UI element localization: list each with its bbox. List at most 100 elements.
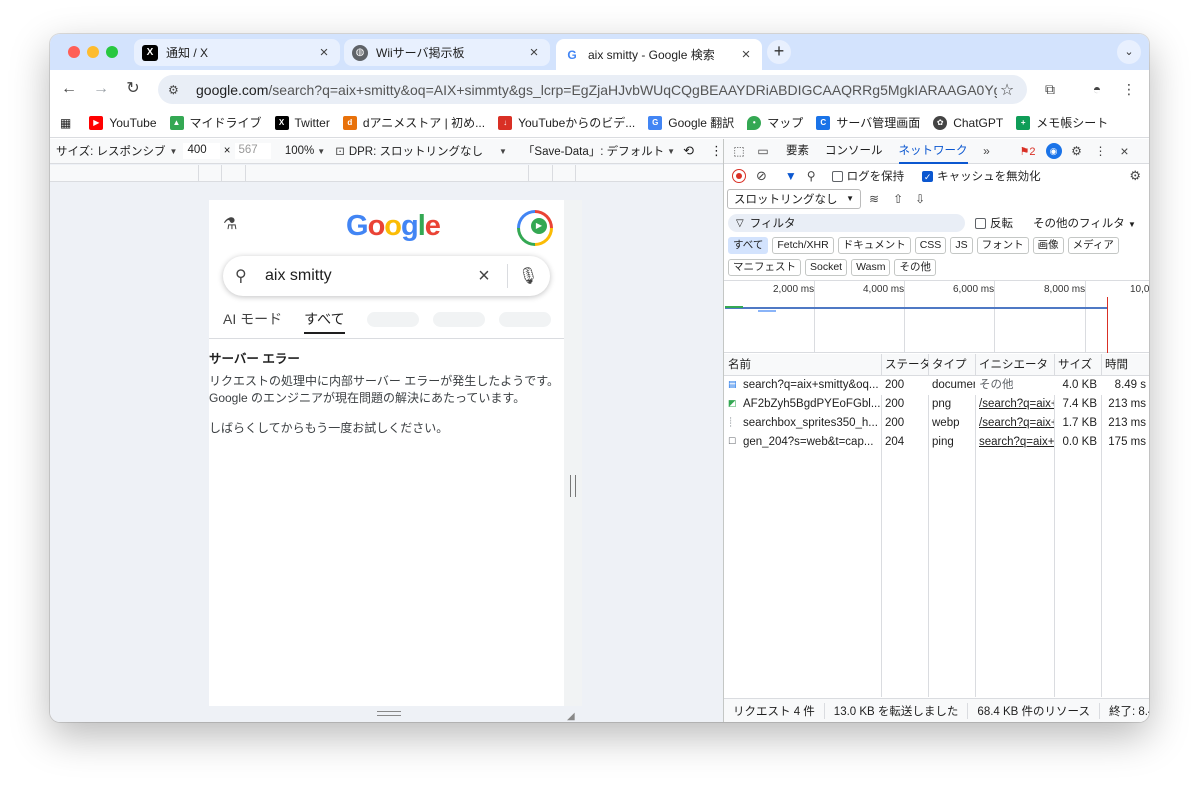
viewport-resize-handle-right[interactable]: [570, 475, 576, 497]
ai-assistance-icon[interactable]: ◉: [1045, 143, 1062, 159]
close-icon[interactable]: ×: [316, 44, 332, 61]
table-row[interactable]: ▤search?q=aix+smitty&oq... 200 document …: [724, 376, 1149, 395]
bookmark-twitter[interactable]: X Twitter: [274, 115, 330, 130]
bookmark-memo-sheet[interactable]: + メモ帳シート: [1016, 114, 1108, 131]
clear-icon[interactable]: ⊘: [756, 168, 767, 184]
rotate-icon[interactable]: ⟲: [683, 143, 694, 159]
chip-other[interactable]: その他: [894, 258, 936, 276]
cell-initiator-link[interactable]: /search?q=aix+: [975, 414, 1054, 433]
chip-media[interactable]: メディア: [1067, 236, 1119, 254]
more-filters-dropdown[interactable]: その他のフィルタ ▼: [1033, 215, 1136, 231]
close-devtools-icon[interactable]: ×: [1116, 143, 1134, 159]
close-icon[interactable]: ×: [738, 46, 754, 63]
cell-initiator-link[interactable]: /search?q=aix+: [975, 395, 1054, 414]
clear-search-icon[interactable]: ×: [471, 265, 497, 288]
chip-image[interactable]: 画像: [1032, 236, 1064, 254]
google-logo[interactable]: Google: [346, 210, 441, 243]
filter-input[interactable]: ▽ フィルタ: [728, 214, 965, 232]
bookmark-youtube-download[interactable]: ↓ YouTubeからのビデ...: [498, 114, 635, 131]
export-har-icon[interactable]: ⇩: [915, 192, 925, 206]
tab-network[interactable]: ネットワーク: [898, 139, 968, 164]
chip-document[interactable]: ドキュメント: [837, 236, 911, 254]
network-overview-timeline[interactable]: 2,000 ms 4,000 ms 6,000 ms 8,000 ms 10,0: [724, 280, 1149, 353]
search-input[interactable]: aix smitty: [255, 267, 471, 285]
filter-funnel-icon[interactable]: ▼: [785, 169, 797, 183]
tab-wii-server-board[interactable]: ◍ Wiiサーバ掲示板 ×: [344, 39, 550, 66]
viewport-resize-handle-bottom[interactable]: [209, 706, 582, 722]
extensions-icon[interactable]: ⧉: [1039, 78, 1061, 100]
column-header-initiator[interactable]: イニシエータ: [975, 354, 1054, 376]
device-size-select[interactable]: サイズ: レスポンシブ: [56, 143, 166, 159]
throttling-select[interactable]: スロットリングなし ▼: [727, 188, 861, 209]
column-header-name[interactable]: 名前: [724, 354, 881, 376]
column-header-time[interactable]: 時間: [1101, 354, 1149, 376]
close-window-button[interactable]: [68, 46, 80, 58]
apps-grid-icon[interactable]: ▦: [60, 116, 71, 130]
microphone-icon[interactable]: 🎙: [518, 266, 538, 286]
save-data-select[interactable]: 「Save-Data」: デフォルト: [523, 143, 664, 159]
record-icon[interactable]: [732, 168, 746, 183]
bookmark-my-drive[interactable]: ▲ マイドライブ: [169, 114, 262, 131]
url-text[interactable]: google.com/search?q=aix+smitty&oq=AIX+si…: [196, 82, 997, 98]
tab-all[interactable]: すべて: [304, 309, 345, 334]
issues-badge[interactable]: ⚑2: [1020, 145, 1036, 158]
chip-wasm[interactable]: Wasm: [851, 258, 891, 276]
chip-js[interactable]: JS: [950, 236, 973, 254]
table-row[interactable]: ┊ searchbox_sprites350_h... 200 webp /sea…: [724, 414, 1149, 433]
viewport-height-input[interactable]: 567: [234, 143, 271, 159]
chip-socket[interactable]: Socket: [805, 258, 848, 276]
invert-checkbox[interactable]: 反転: [975, 215, 1013, 231]
chip-font[interactable]: フォント: [976, 236, 1029, 254]
settings-gear-icon[interactable]: ⚙: [1068, 144, 1086, 158]
device-toolbar-icon[interactable]: ▭: [754, 144, 772, 158]
chip-all[interactable]: すべて: [728, 236, 769, 254]
tab-google-search[interactable]: G aix smitty - Google 検索 ×: [556, 39, 762, 70]
zoom-select[interactable]: 100%: [285, 145, 314, 157]
tab-console[interactable]: コンソール: [825, 139, 883, 164]
tab-search-button[interactable]: ⌄: [1117, 40, 1141, 64]
disable-cache-checkbox[interactable]: ✓ キャッシュを無効化: [922, 168, 1041, 184]
more-options-icon[interactable]: ⋮: [710, 143, 723, 159]
table-row[interactable]: ◩ AF2bZyh5BgdPYEoFGbl... 200 png /search?…: [724, 395, 1149, 414]
more-tabs-icon[interactable]: »: [978, 144, 996, 158]
chip-css[interactable]: CSS: [914, 236, 947, 254]
new-tab-button[interactable]: +: [767, 40, 791, 64]
viewport-width-input[interactable]: 400: [183, 143, 220, 159]
network-settings-gear-icon[interactable]: ⚙: [1129, 168, 1141, 184]
tab-elements[interactable]: 要素: [786, 139, 809, 164]
search-icon[interactable]: ⚲: [807, 169, 816, 183]
minimize-window-button[interactable]: [87, 46, 99, 58]
labs-flask-icon[interactable]: ⚗: [223, 214, 245, 236]
tab-ai-mode[interactable]: AI モード: [223, 309, 282, 329]
tab-x-notifications[interactable]: X 通知 / X ×: [134, 39, 340, 66]
browser-menu-icon[interactable]: ⋮: [1118, 78, 1140, 100]
bookmark-star-icon[interactable]: ☆: [997, 80, 1017, 100]
network-conditions-icon[interactable]: ≋: [869, 192, 879, 206]
reload-button[interactable]: ↻: [121, 77, 145, 101]
devtools-menu-icon[interactable]: ⋮: [1092, 144, 1110, 158]
column-header-status[interactable]: ステータス: [881, 354, 928, 376]
search-box[interactable]: ⚲ aix smitty × 🎙: [223, 256, 550, 296]
bookmark-google-translate[interactable]: G Google 翻訳: [648, 114, 734, 131]
site-info-icon[interactable]: ⚙: [168, 83, 186, 97]
import-har-icon[interactable]: ⇧: [893, 192, 903, 206]
page-scrollbar[interactable]: [564, 200, 582, 706]
bookmark-youtube[interactable]: ▶ YouTube: [89, 115, 157, 130]
inspect-element-icon[interactable]: ⬚: [730, 144, 748, 158]
chip-fetch-xhr[interactable]: Fetch/XHR: [772, 236, 834, 254]
table-row[interactable]: ☐ gen_204?s=web&t=cap... 204 ping search?…: [724, 433, 1149, 452]
forward-button[interactable]: →: [89, 77, 113, 101]
profile-avatar[interactable]: ◓: [1086, 78, 1108, 100]
column-header-size[interactable]: サイズ: [1054, 354, 1101, 376]
bookmark-danime[interactable]: d dアニメストア | 初め...: [342, 114, 485, 131]
account-avatar[interactable]: ▶: [517, 210, 553, 246]
close-icon[interactable]: ×: [526, 44, 542, 61]
address-bar[interactable]: ⚙ google.com/search?q=aix+smitty&oq=AIX+…: [158, 75, 1027, 104]
bookmark-chatgpt[interactable]: ✿ ChatGPT: [933, 115, 1003, 130]
preserve-log-checkbox[interactable]: ログを保持: [831, 168, 904, 184]
chip-manifest[interactable]: マニフェスト: [728, 258, 801, 276]
corner-resize-icon[interactable]: ◢: [567, 711, 575, 722]
dpr-select[interactable]: DPR: スロットリングなし: [349, 143, 483, 159]
column-header-type[interactable]: タイプ: [928, 354, 975, 376]
cell-initiator-link[interactable]: search?q=aix+s: [975, 433, 1054, 452]
